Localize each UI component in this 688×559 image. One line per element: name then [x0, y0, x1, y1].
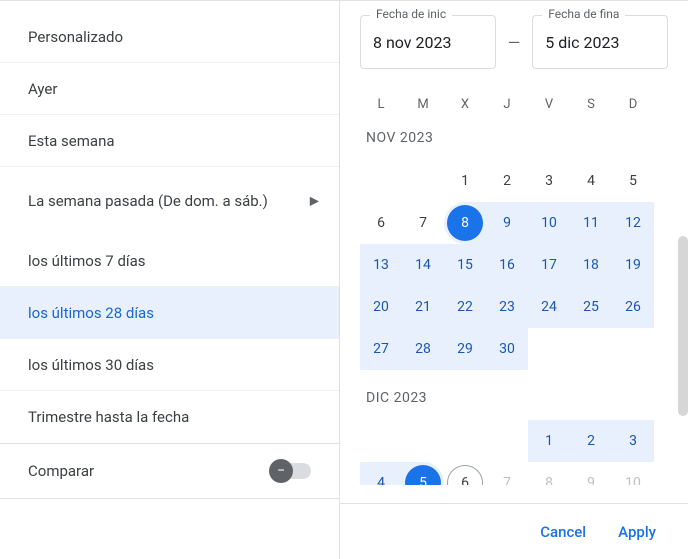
preset-qtd[interactable]: Trimestre hasta la fecha	[0, 391, 339, 443]
calendar-day[interactable]: 14	[402, 244, 444, 286]
weekday-cell: J	[486, 97, 528, 112]
calendar-day[interactable]: 2	[486, 160, 528, 202]
calendar-day[interactable]: 26	[612, 286, 654, 328]
apply-button[interactable]: Apply	[614, 515, 660, 549]
start-date-legend: Fecha de inic	[370, 7, 452, 21]
weekday-cell: V	[528, 97, 570, 112]
calendar-day[interactable]: 23	[486, 286, 528, 328]
compare-row: Comparar −	[0, 443, 339, 499]
preset-custom[interactable]: Personalizado	[0, 11, 339, 63]
weekday-cell: S	[570, 97, 612, 112]
calendar-day[interactable]: 4	[570, 160, 612, 202]
start-date-input[interactable]	[360, 15, 496, 69]
preset-last-week[interactable]: La semana pasada (De dom. a sáb.) ▶	[0, 167, 339, 235]
month-label-dic: DIC 2023	[366, 390, 666, 406]
preset-list: Personalizado Ayer Esta semana La semana…	[0, 1, 340, 559]
calendar-day[interactable]: 3	[612, 420, 654, 462]
end-date-input[interactable]	[532, 15, 668, 69]
month-label-nov: NOV 2023	[366, 130, 666, 146]
weekday-cell: D	[612, 97, 654, 112]
calendar-day[interactable]: 20	[360, 286, 402, 328]
calendar-day[interactable]: 29	[444, 328, 486, 370]
preset-last-28[interactable]: los últimos 28 días	[0, 287, 339, 339]
calendar-day[interactable]: 13	[360, 244, 402, 286]
calendar-day[interactable]: 6	[444, 462, 486, 485]
calendar-day[interactable]: 1	[444, 160, 486, 202]
month-grid-nov: 1234567891011121314151617181920212223242…	[360, 160, 666, 370]
calendar-day[interactable]: 25	[570, 286, 612, 328]
weekday-header: LMXJVSD	[360, 97, 666, 112]
month-grid-dic: 1234567891011121314151617181920212223242…	[360, 420, 666, 485]
cancel-button[interactable]: Cancel	[536, 515, 590, 549]
compare-label: Comparar	[28, 462, 94, 480]
calendar-day[interactable]: 1	[528, 420, 570, 462]
calendar-day[interactable]: 8	[528, 462, 570, 485]
weekday-cell: L	[360, 97, 402, 112]
calendar-day[interactable]: 9	[570, 462, 612, 485]
calendar-day[interactable]: 3	[528, 160, 570, 202]
calendar-day[interactable]: 5	[402, 462, 444, 485]
calendar-day[interactable]: 8	[444, 202, 486, 244]
calendar-day[interactable]: 12	[612, 202, 654, 244]
weekday-cell: X	[444, 97, 486, 112]
end-date-field[interactable]: Fecha de fina	[532, 15, 668, 69]
calendar-day[interactable]: 11	[570, 202, 612, 244]
calendar-panel: Fecha de inic — Fecha de fina LMXJVSD NO…	[340, 1, 688, 559]
minus-icon: −	[269, 459, 293, 483]
calendar-day[interactable]: 22	[444, 286, 486, 328]
preset-yesterday[interactable]: Ayer	[0, 63, 339, 115]
chevron-right-icon: ▶	[310, 193, 319, 210]
calendar-day[interactable]: 17	[528, 244, 570, 286]
preset-last-week-label: La semana pasada (De dom. a sáb.)	[28, 191, 268, 212]
calendar-day[interactable]: 6	[360, 202, 402, 244]
preset-this-week[interactable]: Esta semana	[0, 115, 339, 167]
calendar-day[interactable]: 10	[612, 462, 654, 485]
calendar-day[interactable]: 16	[486, 244, 528, 286]
calendar-day[interactable]: 18	[570, 244, 612, 286]
start-date-field[interactable]: Fecha de inic	[360, 15, 496, 69]
calendar-day[interactable]: 15	[444, 244, 486, 286]
weekday-cell: M	[402, 97, 444, 112]
range-dash: —	[508, 33, 521, 52]
calendar-day[interactable]: 7	[486, 462, 528, 485]
preset-last-7[interactable]: los últimos 7 días	[0, 235, 339, 287]
calendar-day[interactable]: 27	[360, 328, 402, 370]
scrollbar-thumb[interactable]	[678, 236, 688, 416]
calendar-day[interactable]: 21	[402, 286, 444, 328]
preset-last-30[interactable]: los últimos 30 días	[0, 339, 339, 391]
calendar-scroll: LMXJVSD NOV 2023 12345678910111213141516…	[360, 97, 668, 485]
calendar-day[interactable]: 28	[402, 328, 444, 370]
calendar-day[interactable]: 5	[612, 160, 654, 202]
calendar-day[interactable]: 9	[486, 202, 528, 244]
calendar-day[interactable]: 30	[486, 328, 528, 370]
end-date-legend: Fecha de fina	[542, 7, 625, 21]
calendar-day[interactable]: 19	[612, 244, 654, 286]
calendar-day[interactable]: 7	[402, 202, 444, 244]
calendar-day[interactable]: 2	[570, 420, 612, 462]
calendar-day[interactable]: 4	[360, 462, 402, 485]
calendar-day[interactable]: 24	[528, 286, 570, 328]
calendar-day[interactable]: 10	[528, 202, 570, 244]
dialog-footer: Cancel Apply	[340, 503, 688, 559]
compare-toggle[interactable]: −	[271, 463, 311, 479]
